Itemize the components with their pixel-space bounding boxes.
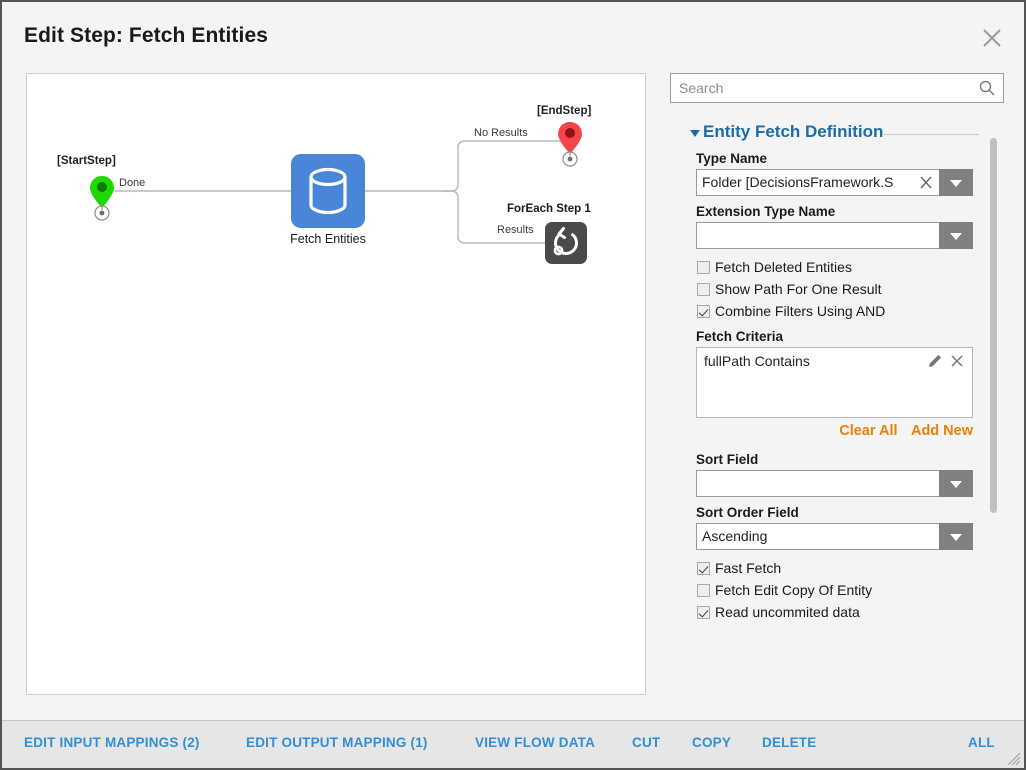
sort-order-field-label: Sort Order Field: [696, 505, 799, 520]
pencil-icon[interactable]: [928, 354, 942, 368]
checkbox-label: Fast Fetch: [715, 560, 782, 576]
close-icon[interactable]: [980, 26, 1004, 50]
type-name-clear-icon[interactable]: [919, 174, 933, 191]
sort-order-field-combobox[interactable]: Ascending: [696, 523, 973, 550]
flow-node-fetch-entities-label: Fetch Entities: [290, 232, 366, 246]
end-step-label: [EndStep]: [537, 105, 592, 117]
chevron-down-icon: [950, 233, 962, 240]
clear-all-button[interactable]: Clear All: [839, 423, 897, 439]
properties-panel: Entity Fetch Definition Type Name Folder…: [670, 73, 1004, 695]
section-title: Entity Fetch Definition: [703, 122, 884, 141]
copy-button[interactable]: COPY: [692, 735, 731, 750]
entity-fetch-form: Type Name Folder [DecisionsFramework.S E…: [696, 151, 978, 624]
chevron-down-icon: [950, 180, 962, 187]
checkbox-label: Read uncommited data: [715, 604, 860, 620]
edit-output-mapping-button[interactable]: EDIT OUTPUT MAPPING (1): [246, 735, 428, 750]
checkbox-fetch-edit-copy-of-entity[interactable]: Fetch Edit Copy Of Entity: [696, 580, 978, 601]
connector-label-no-results: No Results: [474, 127, 528, 139]
checkbox-label: Fetch Deleted Entities: [715, 259, 852, 275]
dialog-titlebar: Edit Step: Fetch Entities: [2, 2, 1024, 64]
sort-order-field-dropdown-button[interactable]: [939, 523, 973, 550]
type-name-label: Type Name: [696, 151, 768, 166]
cut-button[interactable]: CUT: [632, 735, 660, 750]
start-step-label: [StartStep]: [57, 155, 116, 167]
fetch-criteria-list[interactable]: fullPath Contains: [696, 347, 973, 418]
flow-node-foreach-step[interactable]: [545, 222, 587, 264]
checkbox-box: [697, 606, 710, 619]
close-icon[interactable]: [950, 353, 964, 368]
extension-type-name-value: [702, 226, 930, 245]
section-divider: [884, 134, 979, 135]
connector-label-results: Results: [497, 224, 534, 236]
checkbox-show-path-for-one-result[interactable]: Show Path For One Result: [696, 279, 978, 300]
search-box[interactable]: [670, 73, 1004, 103]
sort-field-value: [702, 474, 930, 493]
view-flow-data-button[interactable]: VIEW FLOW DATA: [475, 735, 595, 750]
panel-scrollbar[interactable]: [990, 138, 997, 513]
chevron-down-icon[interactable]: [690, 130, 700, 137]
type-name-dropdown-button[interactable]: [939, 169, 973, 196]
chevron-down-icon: [950, 481, 962, 488]
sort-field-label: Sort Field: [696, 452, 759, 467]
checkbox-label: Combine Filters Using AND: [715, 303, 886, 319]
flow-node-foreach-label: ForEach Step 1: [507, 203, 591, 215]
connector-label-done: Done: [119, 177, 146, 189]
type-name-combobox[interactable]: Folder [DecisionsFramework.S: [696, 169, 973, 196]
add-new-button[interactable]: Add New: [911, 423, 973, 439]
end-step-pin-icon[interactable]: [557, 121, 583, 172]
page-title: Edit Step: Fetch Entities: [24, 24, 269, 47]
edit-input-mappings-button[interactable]: EDIT INPUT MAPPINGS (2): [24, 735, 200, 750]
search-input[interactable]: [671, 74, 976, 102]
checkbox-box: [697, 283, 710, 296]
checkbox-fast-fetch[interactable]: Fast Fetch: [696, 558, 978, 579]
checkbox-label: Fetch Edit Copy Of Entity: [715, 582, 873, 598]
search-icon: [979, 80, 995, 96]
checkbox-fetch-deleted-entities[interactable]: Fetch Deleted Entities: [696, 257, 978, 278]
section-header-entity-fetch-definition[interactable]: Entity Fetch Definition: [690, 122, 1004, 146]
checkbox-read-uncommited-data[interactable]: Read uncommited data: [696, 602, 978, 623]
all-button[interactable]: ALL: [968, 735, 995, 750]
fetch-criteria-item[interactable]: fullPath Contains: [704, 353, 810, 369]
checkbox-box: [697, 562, 710, 575]
flow-diagram-canvas[interactable]: [StartStep] Done Fetch Entities No Resul…: [26, 73, 646, 695]
extension-type-name-dropdown-button[interactable]: [939, 222, 973, 249]
delete-button[interactable]: DELETE: [762, 735, 816, 750]
type-name-value: Folder [DecisionsFramework.S: [702, 174, 894, 190]
sort-field-combobox[interactable]: [696, 470, 973, 497]
extension-type-name-label: Extension Type Name: [696, 204, 836, 219]
checkbox-box: [697, 305, 710, 318]
checkbox-label: Show Path For One Result: [715, 281, 882, 297]
flow-node-fetch-entities[interactable]: [291, 154, 365, 228]
dialog-toolbar: EDIT INPUT MAPPINGS (2) EDIT OUTPUT MAPP…: [2, 720, 1024, 768]
start-step-pin-icon[interactable]: [89, 175, 115, 226]
fetch-criteria-label: Fetch Criteria: [696, 329, 784, 344]
edit-step-dialog: Edit Step: Fetch Entities [StartStep] Do…: [0, 0, 1026, 770]
fetch-criteria-actions: Clear All Add New: [696, 422, 973, 446]
sort-order-field-value: Ascending: [702, 528, 768, 544]
resize-grip-icon[interactable]: [1007, 752, 1021, 766]
sort-field-dropdown-button[interactable]: [939, 470, 973, 497]
extension-type-name-combobox[interactable]: [696, 222, 973, 249]
chevron-down-icon: [950, 534, 962, 541]
checkbox-box: [697, 584, 710, 597]
checkbox-box: [697, 261, 710, 274]
checkbox-combine-filters-using-and[interactable]: Combine Filters Using AND: [696, 301, 978, 322]
